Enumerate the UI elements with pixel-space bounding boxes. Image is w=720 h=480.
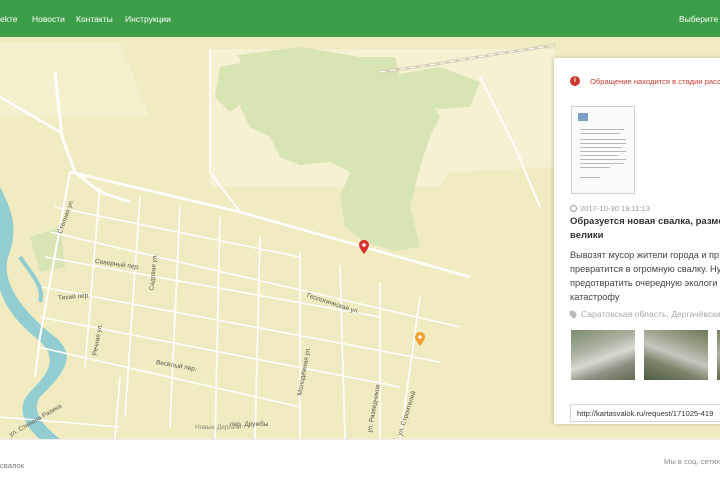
social-links-label: Мы в соц. сетях: [664, 457, 720, 466]
request-info-panel: i Обращение находится в стадии расс 2017… [554, 58, 720, 424]
request-description: Вывозят мусор жители города и пр преврат… [570, 250, 720, 302]
request-address: Саратовская область, Дергачёвский [581, 309, 720, 319]
date-row: 2017-10-30 19:11:13 [570, 204, 650, 213]
map-marker-orange[interactable] [415, 332, 425, 346]
footer: свалок Мы в соц. сетях: [0, 439, 720, 480]
document-logo [578, 113, 588, 121]
place-label: Новые Дергачи [195, 424, 242, 431]
clock-icon [570, 205, 577, 212]
request-title: Образуется новая свалка, размеры велики [570, 216, 720, 241]
nav-item-contacts[interactable]: Контакты [76, 14, 113, 24]
address-row: Саратовская область, Дергачёвский [568, 309, 720, 319]
nav-item-instructions[interactable]: Инструкции [125, 14, 171, 24]
nav-item-news[interactable]: Новости [32, 14, 65, 24]
footer-text: свалок [0, 461, 25, 470]
map-pin-icon [568, 309, 578, 319]
nav-item-about[interactable]: ekте [0, 14, 18, 24]
request-date: 2017-10-30 19:11:13 [580, 204, 650, 213]
photo-thumbnail[interactable] [644, 330, 708, 380]
document-thumbnail[interactable] [571, 106, 635, 194]
map-marker-red[interactable] [359, 240, 369, 254]
region-selector[interactable]: Выберите ре [679, 14, 720, 24]
status-row: i Обращение находится в стадии расс [570, 76, 720, 86]
info-circle-icon: i [570, 76, 580, 86]
photo-thumbnail[interactable] [571, 330, 635, 380]
top-navbar: ekте Новости Контакты Инструкции Выберит… [0, 0, 720, 37]
request-url-field[interactable] [570, 404, 720, 422]
status-text: Обращение находится в стадии расс [590, 76, 720, 86]
